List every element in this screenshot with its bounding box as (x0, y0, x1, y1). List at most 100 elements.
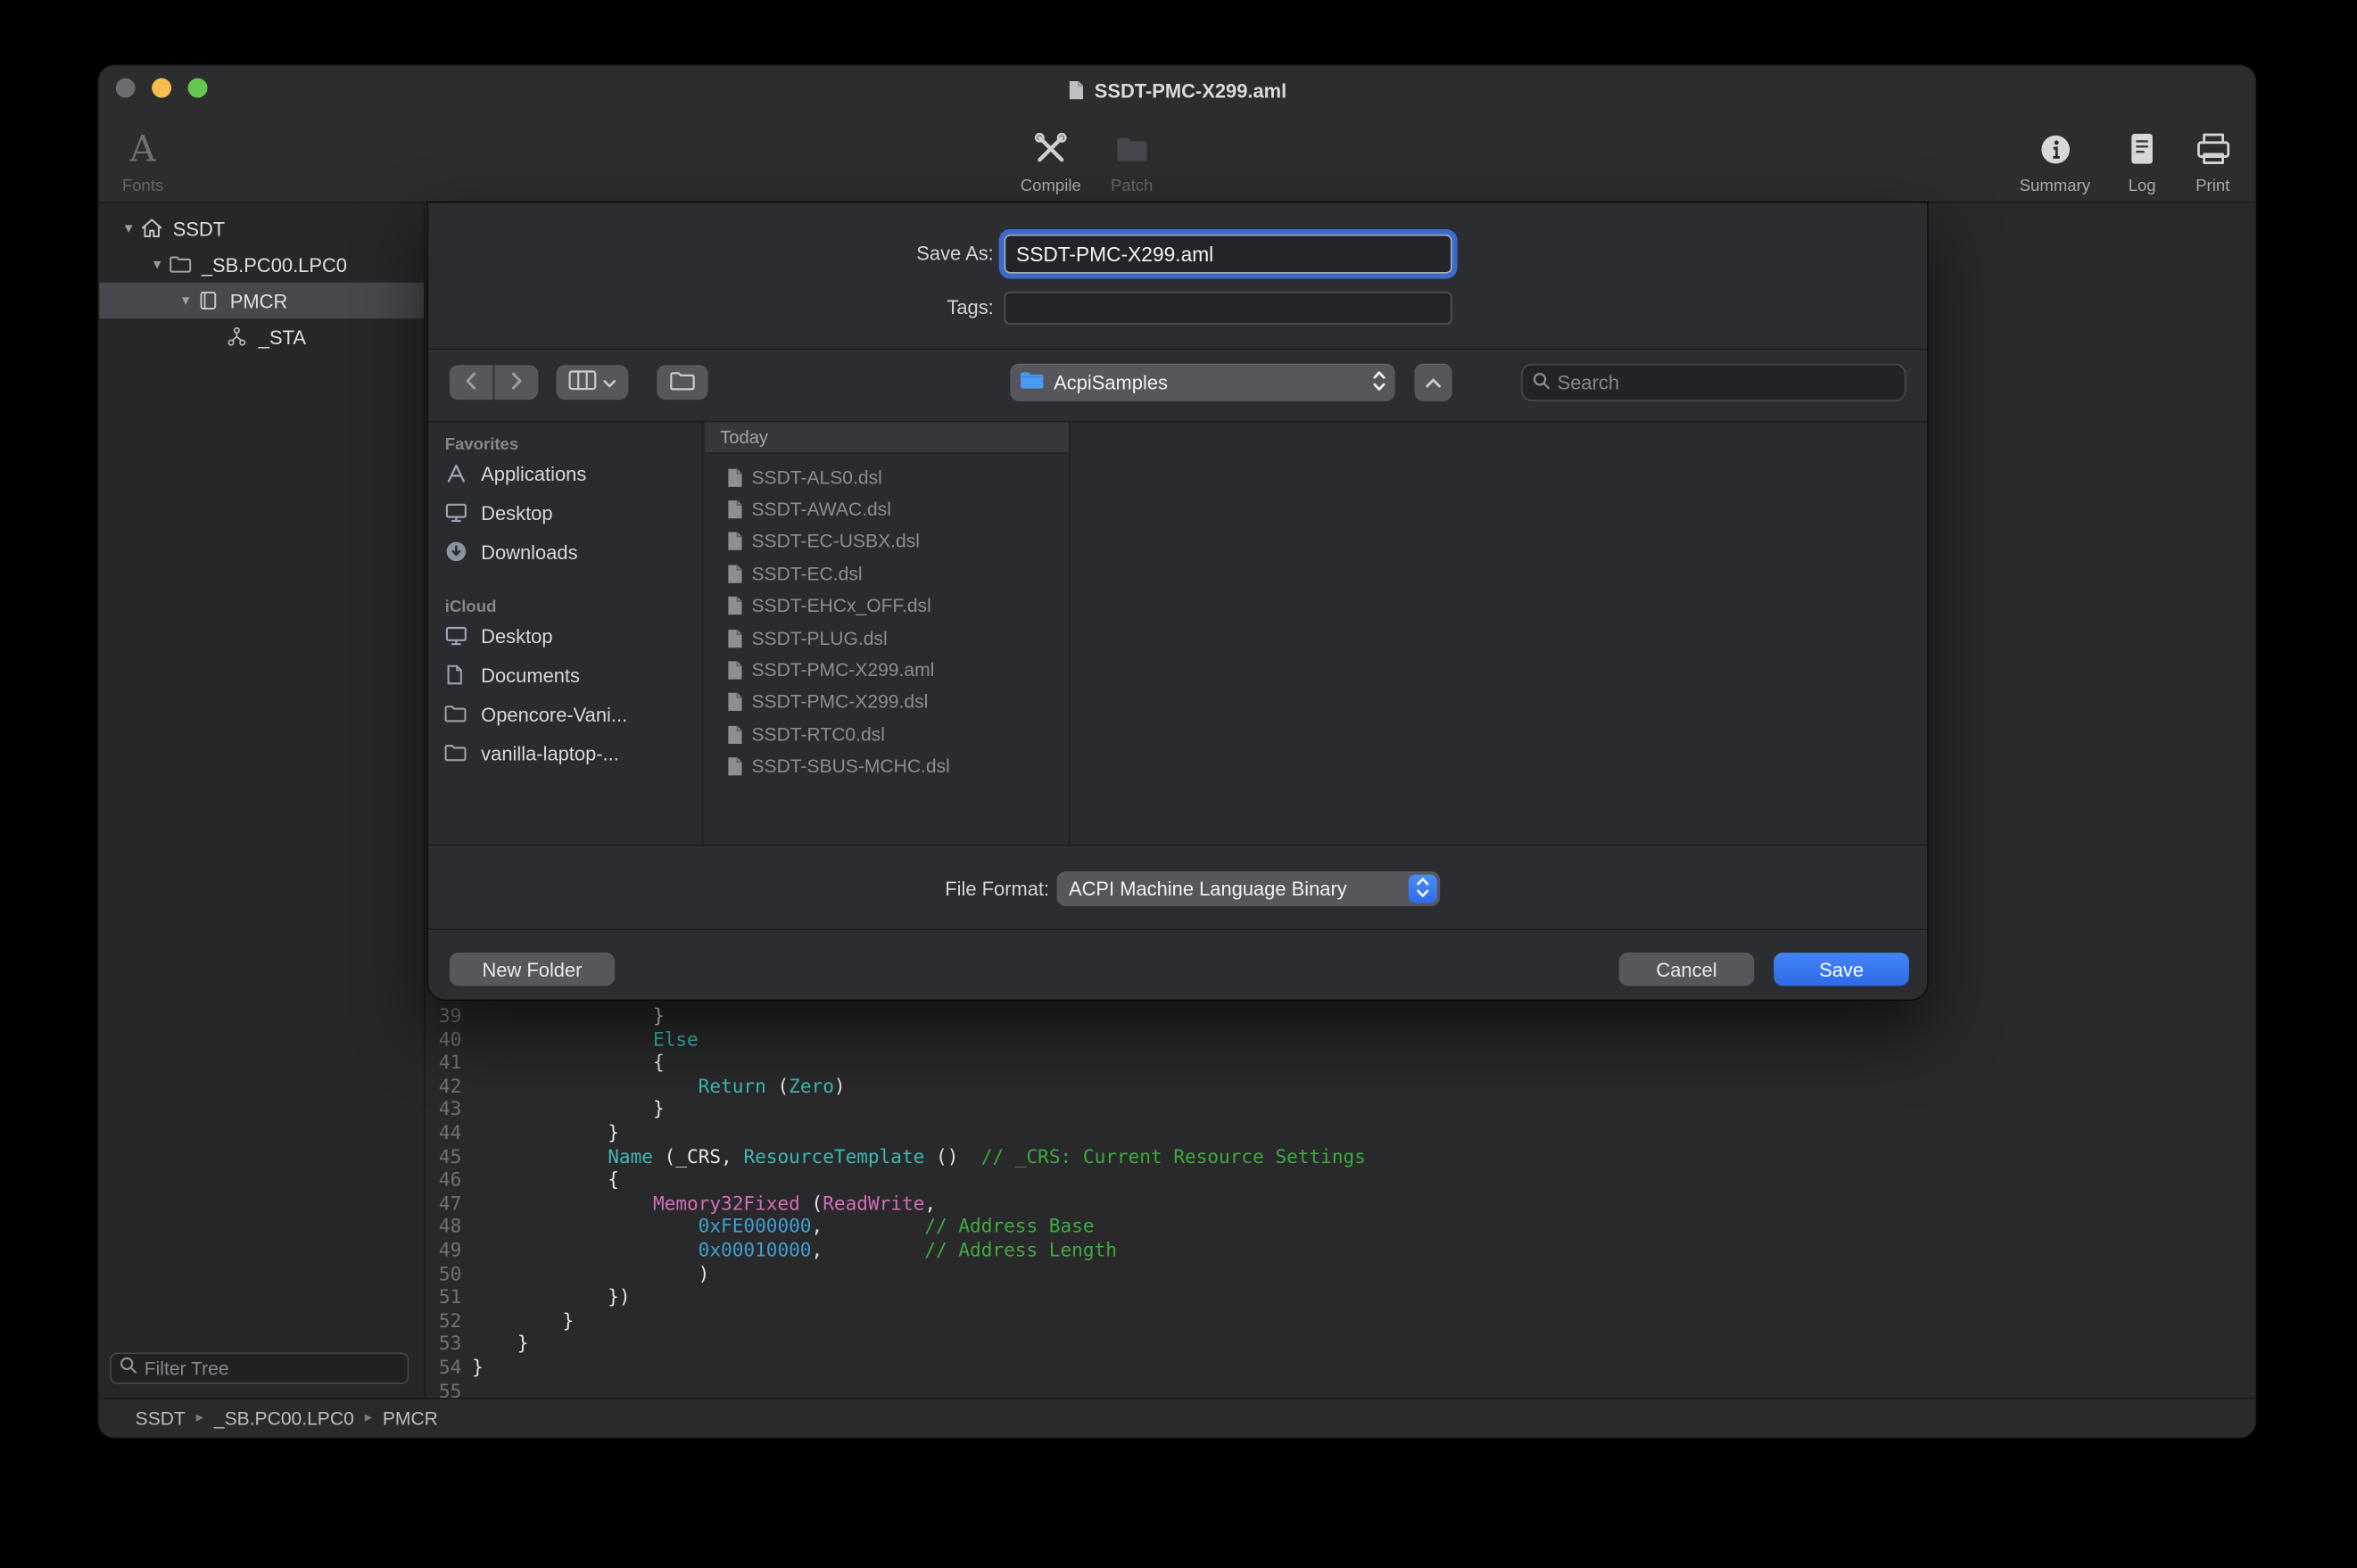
print-button[interactable]: Print (2153, 127, 2255, 196)
disclosure-triangle-icon[interactable]: ▾ (145, 256, 168, 273)
file-item[interactable]: SSDT-EC.dsl (705, 557, 1069, 590)
line-number: 43 (426, 1098, 461, 1121)
favorite-item-documents[interactable]: Documents (428, 656, 702, 695)
file-name: SSDT-PLUG.dsl (751, 628, 887, 649)
code-lines[interactable]: 39 }40 Else41 {42 Return (Zero)43 }44 }4… (426, 1004, 2255, 1403)
traffic-lights (116, 78, 208, 98)
line-number: 48 (426, 1215, 461, 1238)
file-name: SSDT-EC-USBX.dsl (751, 532, 919, 553)
file-item[interactable]: SSDT-PLUG.dsl (705, 622, 1069, 654)
disclosure-triangle-icon[interactable]: ▾ (174, 293, 196, 309)
code-line: 45 Name (_CRS, ResourceTemplate () // _C… (426, 1144, 2255, 1168)
favorite-item-opencore-vani-[interactable]: Opencore-Vani... (428, 694, 702, 733)
file-item[interactable]: SSDT-EHCx_OFF.dsl (705, 590, 1069, 622)
favorite-item-vanilla-laptop-[interactable]: vanilla-laptop-... (428, 733, 702, 772)
favorite-item-label: Downloads (481, 541, 577, 563)
sheet-sidebar: FavoritesApplicationsDesktopDownloadsiCl… (428, 422, 703, 844)
patch-icon (1112, 127, 1152, 172)
file-name: SSDT-AWAC.dsl (751, 499, 890, 521)
line-number: 53 (426, 1332, 461, 1355)
file-item[interactable]: SSDT-SBUS-MCHC.dsl (705, 751, 1069, 783)
close-button[interactable] (116, 78, 136, 98)
breadcrumb-item-SSDT[interactable]: SSDT (136, 1407, 186, 1429)
tags-input[interactable] (1016, 297, 1440, 319)
code-line: 46 { (426, 1168, 2255, 1191)
patch-button[interactable]: Patch (1071, 127, 1192, 196)
code-line: 53 } (426, 1332, 2255, 1355)
code-line: 40 Else (426, 1027, 2255, 1051)
method-icon (226, 325, 257, 349)
desktop-icon (443, 623, 474, 648)
chevron-down-icon (603, 371, 616, 393)
popup-arrows-icon (1372, 369, 1385, 396)
file-name: SSDT-PMC-X299.aml (751, 660, 934, 681)
file-format-label: File Format: (428, 871, 1049, 906)
file-item[interactable]: SSDT-AWAC.dsl (705, 493, 1069, 525)
tree-item-_STA[interactable]: _STA (99, 318, 424, 354)
editor-pane[interactable]: 39 }40 Else41 {42 Return (Zero)43 }44 }4… (426, 202, 2255, 1398)
filter-tree-field[interactable] (110, 1352, 409, 1383)
line-number: 45 (426, 1144, 461, 1168)
save-as-input[interactable] (1016, 243, 1440, 265)
filter-tree-input[interactable] (145, 1358, 400, 1379)
line-number: 42 (426, 1074, 461, 1097)
file-item[interactable]: SSDT-PMC-X299.aml (705, 655, 1069, 687)
tree-item-PMCR[interactable]: ▾PMCR (99, 283, 424, 318)
line-number: 50 (426, 1262, 461, 1285)
view-mode-button[interactable] (556, 365, 628, 400)
favorite-item-downloads[interactable]: Downloads (428, 532, 702, 571)
folder-icon (1019, 369, 1045, 395)
location-popup[interactable]: AcpiSamples (1010, 364, 1394, 401)
search-input[interactable] (1558, 371, 1896, 393)
favorite-item-applications[interactable]: Applications (428, 454, 702, 493)
favorite-item-desktop[interactable]: Desktop (428, 616, 702, 656)
search-icon (119, 1355, 138, 1382)
cancel-button[interactable]: Cancel (1619, 953, 1755, 986)
tree-item-_SB.PC00.LPC0[interactable]: ▾_SB.PC00.LPC0 (99, 246, 424, 282)
line-number: 40 (426, 1027, 461, 1051)
file-list: Today SSDT-ALS0.dsl SSDT-AWAC.dsl SSDT-EC-… (705, 422, 1070, 844)
fonts-button[interactable]: A Fonts (99, 127, 203, 196)
line-number: 52 (426, 1308, 461, 1332)
downloads-icon (443, 540, 474, 564)
favorite-item-desktop[interactable]: Desktop (428, 493, 702, 532)
save-as-field[interactable] (1005, 235, 1452, 274)
folder-icon (669, 369, 696, 396)
parent-folder-button[interactable] (1415, 364, 1452, 401)
file-item[interactable]: SSDT-ALS0.dsl (705, 461, 1069, 493)
status-bar: SSDT▸_SB.PC00.LPC0▸PMCR (99, 1398, 2254, 1437)
tags-field[interactable] (1005, 292, 1452, 325)
window-title-text: SSDT-PMC-X299.aml (1095, 78, 1286, 101)
new-folder-button[interactable]: New Folder (450, 953, 615, 986)
save-as-label: Save As: (428, 235, 994, 274)
breadcrumb: SSDT▸_SB.PC00.LPC0▸PMCR (136, 1407, 438, 1429)
breadcrumb-item-_SB.PC00.LPC0[interactable]: _SB.PC00.LPC0 (214, 1407, 354, 1429)
tree-item-SSDT[interactable]: ▾SSDT (99, 210, 424, 246)
file-group-label: Today (720, 427, 768, 449)
line-number: 46 (426, 1168, 461, 1191)
favorite-item-label: Opencore-Vani... (481, 703, 627, 725)
breadcrumb-separator-icon: ▸ (365, 1409, 372, 1426)
save-button[interactable]: Save (1774, 953, 1909, 986)
code-line: 43 } (426, 1098, 2255, 1121)
sidebar: ▾SSDT▾_SB.PC00.LPC0▾PMCR _STA (99, 202, 426, 1398)
file-item[interactable]: SSDT-RTC0.dsl (705, 719, 1069, 751)
search-field[interactable] (1521, 364, 1906, 401)
folder-button[interactable] (657, 365, 707, 400)
minimize-button[interactable] (152, 78, 171, 98)
code-line: 39 } (426, 1004, 2255, 1027)
file-format-popup[interactable]: ACPI Machine Language Binary (1057, 871, 1441, 906)
back-button[interactable] (450, 365, 493, 400)
file-item[interactable]: SSDT-EC-USBX.dsl (705, 525, 1069, 557)
forward-button[interactable] (494, 365, 538, 400)
desktop-icon (443, 500, 474, 524)
line-number: 47 (426, 1192, 461, 1215)
tree-item-label: _STA (259, 326, 306, 348)
info-icon (2036, 127, 2073, 172)
file-item[interactable]: SSDT-PMC-X299.dsl (705, 687, 1069, 719)
file-browser: FavoritesApplicationsDesktopDownloadsiCl… (428, 422, 1927, 844)
zoom-button[interactable] (188, 78, 208, 98)
disclosure-triangle-icon[interactable]: ▾ (117, 220, 139, 237)
group-header: iCloud (428, 598, 702, 616)
breadcrumb-item-PMCR[interactable]: PMCR (383, 1407, 438, 1429)
